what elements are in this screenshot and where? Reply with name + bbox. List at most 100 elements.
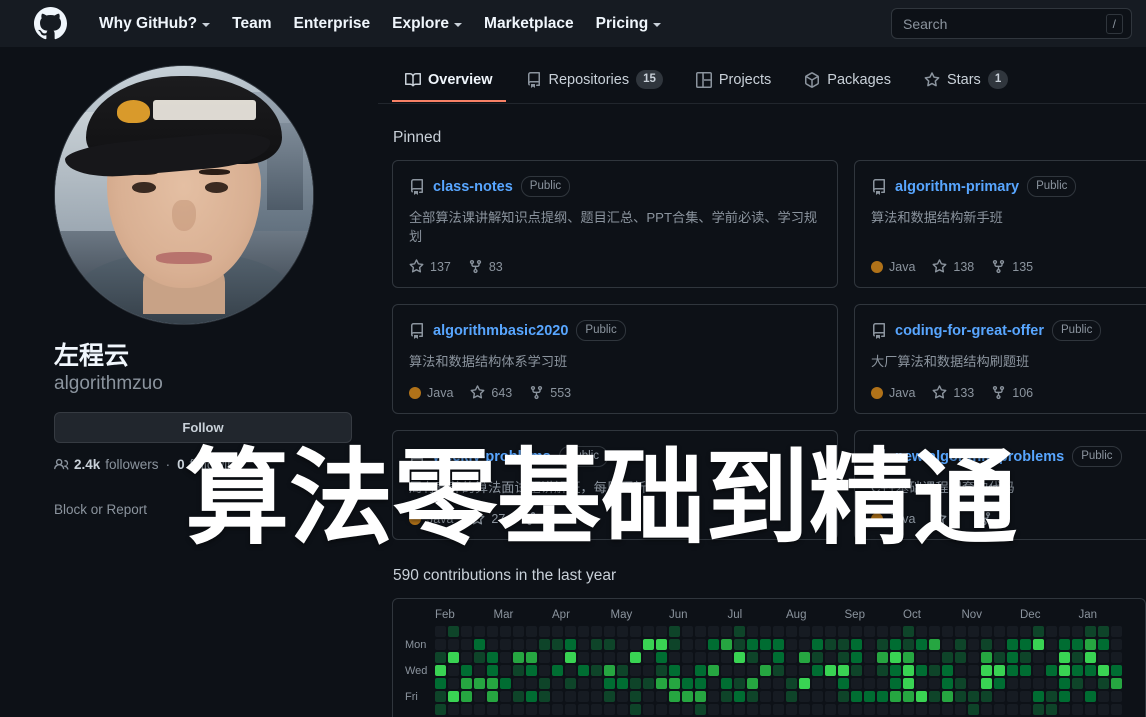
calendar-day-cell[interactable]	[864, 626, 875, 638]
calendar-day-cell[interactable]	[851, 704, 862, 716]
calendar-day-cell[interactable]	[942, 704, 953, 716]
calendar-day-cell[interactable]	[890, 678, 901, 690]
calendar-day-cell[interactable]	[604, 678, 615, 690]
calendar-day-cell[interactable]	[1020, 665, 1031, 677]
calendar-day-cell[interactable]	[968, 704, 979, 716]
calendar-day-cell[interactable]	[539, 626, 550, 638]
calendar-day-cell[interactable]	[890, 626, 901, 638]
calendar-day-cell[interactable]	[435, 691, 446, 703]
calendar-day-cell[interactable]	[1072, 652, 1083, 664]
calendar-day-cell[interactable]	[825, 639, 836, 651]
calendar-day-cell[interactable]	[890, 652, 901, 664]
calendar-day-cell[interactable]	[773, 639, 784, 651]
calendar-day-cell[interactable]	[955, 704, 966, 716]
calendar-day-cell[interactable]	[1072, 691, 1083, 703]
calendar-day-cell[interactable]	[591, 639, 602, 651]
calendar-day-cell[interactable]	[565, 704, 576, 716]
calendar-day-cell[interactable]	[994, 652, 1005, 664]
calendar-day-cell[interactable]	[513, 652, 524, 664]
calendar-day-cell[interactable]	[812, 704, 823, 716]
calendar-day-cell[interactable]	[708, 626, 719, 638]
calendar-day-cell[interactable]	[695, 665, 706, 677]
calendar-day-cell[interactable]	[981, 652, 992, 664]
pinned-repo-card[interactable]: new-algorithm-problems Public C++基础课程配套的…	[854, 430, 1146, 541]
calendar-day-cell[interactable]	[981, 665, 992, 677]
repo-name-link[interactable]: algorithm-primary	[895, 179, 1019, 195]
nav-item-team[interactable]: Team	[221, 9, 282, 39]
calendar-day-cell[interactable]	[708, 704, 719, 716]
calendar-day-cell[interactable]	[1020, 704, 1031, 716]
calendar-day-cell[interactable]	[747, 691, 758, 703]
calendar-day-cell[interactable]	[812, 652, 823, 664]
pinned-repo-card[interactable]: class-notes Public 全部算法课讲解知识点提纲、题目汇总、PPT…	[392, 160, 838, 289]
calendar-day-cell[interactable]	[877, 691, 888, 703]
calendar-day-cell[interactable]	[435, 652, 446, 664]
calendar-day-cell[interactable]	[474, 704, 485, 716]
calendar-day-cell[interactable]	[513, 639, 524, 651]
calendar-day-cell[interactable]	[825, 665, 836, 677]
calendar-day-cell[interactable]	[552, 678, 563, 690]
calendar-day-cell[interactable]	[968, 691, 979, 703]
calendar-day-cell[interactable]	[643, 665, 654, 677]
calendar-day-cell[interactable]	[760, 704, 771, 716]
nav-item-enterprise[interactable]: Enterprise	[283, 9, 382, 39]
calendar-day-cell[interactable]	[669, 652, 680, 664]
calendar-day-cell[interactable]	[500, 691, 511, 703]
calendar-day-cell[interactable]	[487, 652, 498, 664]
calendar-day-cell[interactable]	[539, 691, 550, 703]
calendar-day-cell[interactable]	[630, 691, 641, 703]
calendar-day-cell[interactable]	[656, 691, 667, 703]
calendar-day-cell[interactable]	[1020, 691, 1031, 703]
calendar-day-cell[interactable]	[1098, 704, 1109, 716]
repo-name-link[interactable]: coding-for-great-offer	[895, 323, 1044, 339]
calendar-day-cell[interactable]	[799, 639, 810, 651]
calendar-day-cell[interactable]	[656, 652, 667, 664]
calendar-day-cell[interactable]	[994, 639, 1005, 651]
repo-forks[interactable]: 553	[529, 385, 571, 400]
calendar-day-cell[interactable]	[1111, 704, 1122, 716]
calendar-day-cell[interactable]	[1007, 704, 1018, 716]
calendar-day-cell[interactable]	[916, 691, 927, 703]
calendar-day-cell[interactable]	[955, 639, 966, 651]
pinned-repo-card[interactable]: coding-for-great-offer Public 大厂算法和数据结构刷…	[854, 304, 1146, 415]
calendar-day-cell[interactable]	[786, 652, 797, 664]
calendar-day-cell[interactable]	[825, 678, 836, 690]
calendar-day-cell[interactable]	[968, 665, 979, 677]
calendar-day-cell[interactable]	[929, 691, 940, 703]
calendar-day-cell[interactable]	[1033, 665, 1044, 677]
calendar-day-cell[interactable]	[526, 652, 537, 664]
calendar-day-cell[interactable]	[1098, 626, 1109, 638]
repo-stars[interactable]: 137	[409, 259, 451, 274]
calendar-day-cell[interactable]	[461, 704, 472, 716]
calendar-day-cell[interactable]	[1007, 652, 1018, 664]
calendar-day-cell[interactable]	[1085, 691, 1096, 703]
calendar-day-cell[interactable]	[799, 665, 810, 677]
calendar-day-cell[interactable]	[968, 678, 979, 690]
calendar-day-cell[interactable]	[565, 652, 576, 664]
calendar-day-cell[interactable]	[1098, 678, 1109, 690]
calendar-day-cell[interactable]	[890, 665, 901, 677]
calendar-day-cell[interactable]	[1111, 639, 1122, 651]
calendar-day-cell[interactable]	[604, 691, 615, 703]
calendar-day-cell[interactable]	[1033, 678, 1044, 690]
pinned-repo-card[interactable]: algorithm-primary Public 算法和数据结构新手班 Java…	[854, 160, 1146, 289]
calendar-day-cell[interactable]	[604, 704, 615, 716]
calendar-day-cell[interactable]	[1007, 678, 1018, 690]
calendar-day-cell[interactable]	[643, 704, 654, 716]
calendar-day-cell[interactable]	[1059, 639, 1070, 651]
calendar-day-cell[interactable]	[864, 678, 875, 690]
repo-forks[interactable]: 135	[991, 259, 1033, 274]
calendar-day-cell[interactable]	[461, 639, 472, 651]
calendar-day-cell[interactable]	[1046, 691, 1057, 703]
calendar-day-cell[interactable]	[565, 639, 576, 651]
calendar-day-cell[interactable]	[708, 678, 719, 690]
calendar-day-cell[interactable]	[539, 665, 550, 677]
calendar-day-cell[interactable]	[942, 639, 953, 651]
calendar-day-cell[interactable]	[1111, 678, 1122, 690]
calendar-day-cell[interactable]	[838, 652, 849, 664]
calendar-day-cell[interactable]	[565, 626, 576, 638]
calendar-day-cell[interactable]	[929, 626, 940, 638]
calendar-day-cell[interactable]	[578, 652, 589, 664]
calendar-day-cell[interactable]	[695, 691, 706, 703]
calendar-day-cell[interactable]	[1111, 691, 1122, 703]
